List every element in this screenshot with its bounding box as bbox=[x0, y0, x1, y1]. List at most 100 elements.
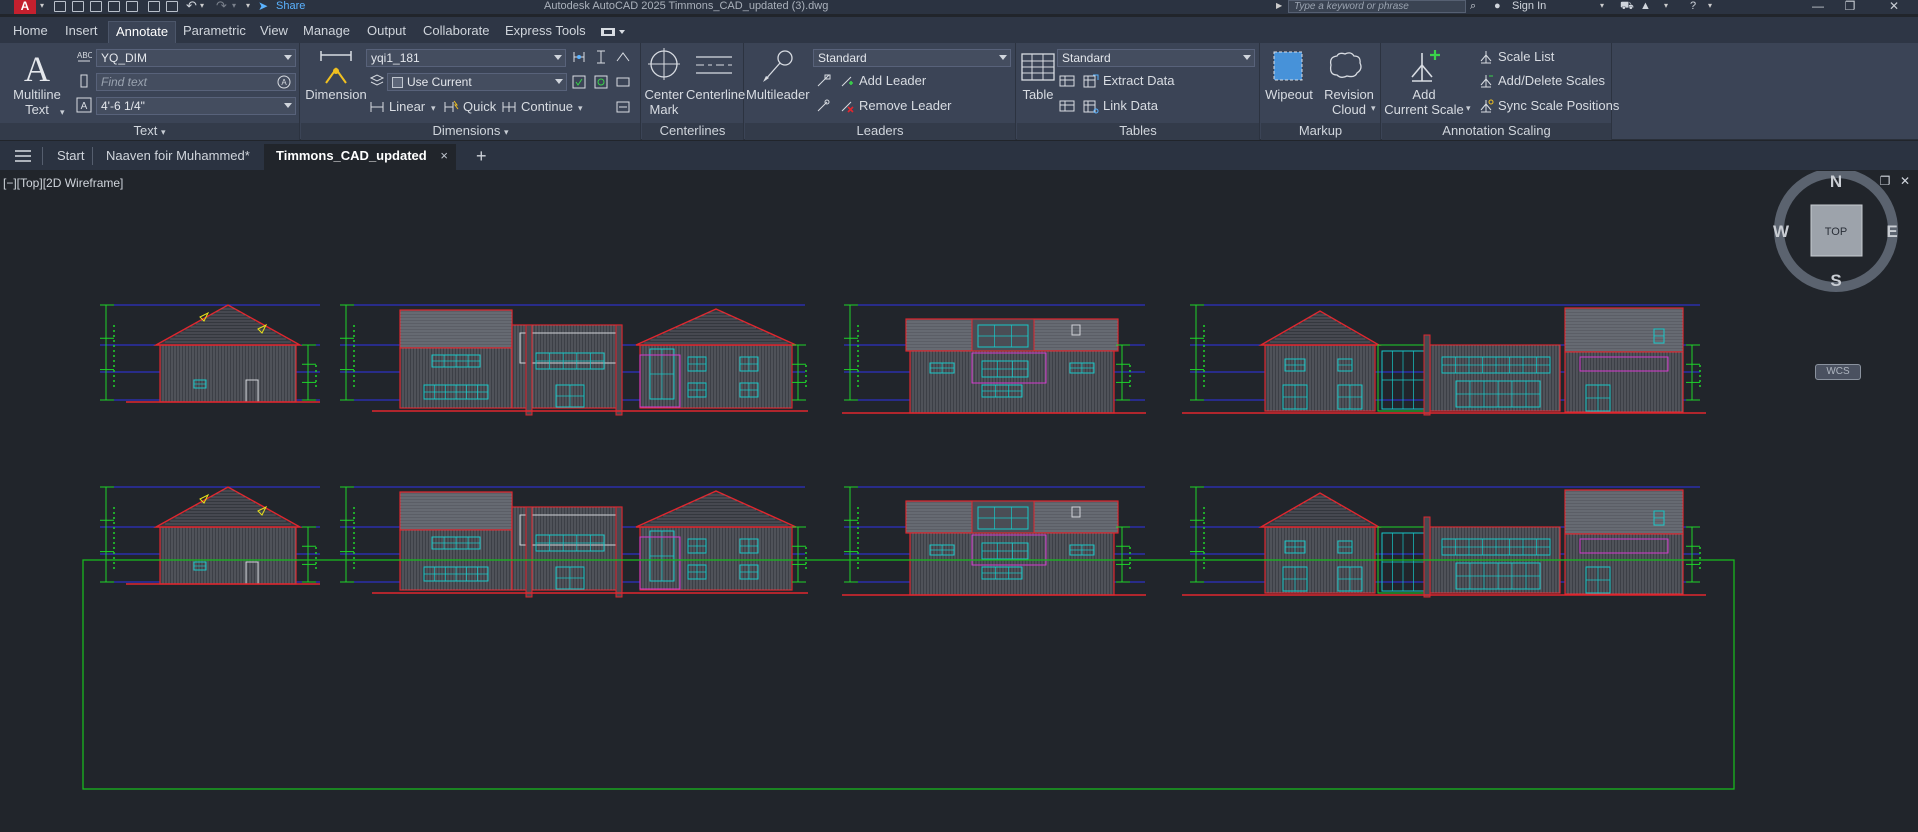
sign-in-button[interactable]: Sign In bbox=[1512, 0, 1546, 14]
compass-east[interactable]: E bbox=[1886, 222, 1897, 241]
autocad-logo-button[interactable]: A bbox=[14, 0, 36, 14]
table-button[interactable]: Table bbox=[1017, 88, 1059, 102]
search-expand-icon[interactable]: ▶ bbox=[1276, 0, 1282, 14]
link-data-button[interactable]: Link Data bbox=[1103, 99, 1158, 113]
find-text-input[interactable]: Find text bbox=[96, 73, 296, 91]
text-panel-title[interactable]: Text ▾ bbox=[0, 123, 299, 140]
find-replace-icon[interactable]: A bbox=[276, 74, 292, 90]
save-icon[interactable] bbox=[90, 1, 102, 12]
dim-tool-icon-2[interactable] bbox=[593, 49, 609, 65]
dimensions-panel-title[interactable]: Dimensions ▾ bbox=[301, 123, 640, 140]
autodesk-app-dropdown-icon[interactable]: ▾ bbox=[1664, 0, 1668, 14]
help-icon[interactable]: ? bbox=[1690, 0, 1696, 14]
hamburger-menu-icon[interactable] bbox=[14, 149, 32, 163]
search-icon[interactable]: ⌕ bbox=[1470, 0, 1476, 14]
multiline-text-button-line2[interactable]: Text bbox=[6, 103, 68, 117]
compass-west[interactable]: W bbox=[1773, 222, 1790, 241]
add-current-scale-button[interactable]: Add bbox=[1392, 88, 1456, 102]
table-tool-icon-2[interactable] bbox=[1059, 98, 1075, 114]
dim-tool-icon-4[interactable] bbox=[571, 74, 587, 90]
dim-tool-icon-6[interactable] bbox=[615, 74, 631, 90]
center-mark-button-line2[interactable]: Mark bbox=[642, 103, 686, 117]
add-current-scale-dropdown-icon[interactable]: ▾ bbox=[1466, 101, 1471, 115]
sync-scale-positions-button[interactable]: Sync Scale Positions bbox=[1498, 99, 1619, 113]
undo-dropdown-icon[interactable]: ▾ bbox=[200, 0, 204, 14]
close-window-icon[interactable]: ✕ bbox=[1884, 0, 1904, 13]
add-current-scale-button-line2[interactable]: Current Scale bbox=[1382, 103, 1466, 117]
leaders-panel-title[interactable]: Leaders bbox=[745, 123, 1015, 140]
add-delete-scales-button[interactable]: Add/Delete Scales bbox=[1498, 74, 1605, 88]
linear-dimension-button[interactable]: Linear bbox=[389, 100, 425, 114]
leader-style-icon[interactable] bbox=[815, 73, 831, 89]
quick-dimension-button[interactable]: Quick bbox=[463, 100, 496, 114]
tab-annotate[interactable]: Annotate bbox=[108, 21, 177, 43]
align-leader-icon[interactable] bbox=[815, 98, 831, 114]
compass-south[interactable]: S bbox=[1830, 271, 1841, 290]
save-as-icon[interactable] bbox=[108, 1, 120, 12]
help-dropdown-icon[interactable]: ▾ bbox=[1708, 0, 1712, 14]
autodesk-app-icon[interactable]: ▲ bbox=[1640, 0, 1651, 14]
new-tab-button[interactable]: + bbox=[464, 144, 499, 170]
tab-naaven-file[interactable]: Naaven foir Muhammed* bbox=[94, 144, 262, 170]
wipeout-button[interactable]: Wipeout bbox=[1261, 88, 1317, 102]
cart-icon[interactable]: ⛟ bbox=[1620, 0, 1634, 14]
tab-view[interactable]: View bbox=[253, 21, 295, 43]
extract-data-button[interactable]: Extract Data bbox=[1103, 74, 1175, 88]
dimension-style-select[interactable]: yqi1_181 bbox=[366, 49, 566, 67]
multileader-button[interactable]: Multileader bbox=[746, 88, 810, 102]
dim-tool-icon-3[interactable] bbox=[615, 49, 631, 65]
multiline-text-button[interactable]: Multiline bbox=[6, 88, 68, 102]
centerline-button[interactable]: Centerline bbox=[686, 88, 745, 102]
center-mark-button[interactable]: Center bbox=[642, 88, 686, 102]
linear-dropdown-icon[interactable]: ▾ bbox=[431, 101, 436, 115]
new-file-icon[interactable] bbox=[54, 1, 66, 12]
continue-dropdown-icon[interactable]: ▾ bbox=[578, 101, 583, 115]
dimension-button[interactable]: Dimension bbox=[304, 88, 368, 102]
dim-tool-icon-1[interactable] bbox=[571, 49, 587, 65]
tab-manage[interactable]: Manage bbox=[296, 21, 357, 43]
dimension-layer-select[interactable]: Use Current bbox=[387, 73, 567, 91]
drawing-viewport[interactable]: [−][Top][2D Wireframe] − ❐ ✕ TOP N S W E… bbox=[0, 171, 1918, 832]
tab-insert[interactable]: Insert bbox=[58, 21, 105, 43]
table-tool-icon-1[interactable] bbox=[1059, 73, 1075, 89]
multileader-style-select[interactable]: Standard bbox=[813, 49, 1011, 67]
ribbon-minimize-toggle-icon[interactable] bbox=[600, 25, 628, 39]
text-height-select[interactable]: 4'-6 1/4" bbox=[96, 97, 296, 115]
dim-tool-icon-7[interactable] bbox=[615, 99, 631, 115]
text-style-select[interactable]: YQ_DIM bbox=[96, 49, 296, 67]
multiline-text-dropdown-icon[interactable]: ▾ bbox=[60, 105, 65, 119]
tab-home[interactable]: Home bbox=[6, 21, 55, 43]
quick-access-customize-icon[interactable]: ▾ bbox=[246, 0, 250, 14]
tab-parametric[interactable]: Parametric bbox=[176, 21, 253, 43]
remove-leader-button[interactable]: Remove Leader bbox=[859, 99, 952, 113]
continue-dimension-button[interactable]: Continue bbox=[521, 100, 573, 114]
help-search-input[interactable]: Type a keyword or phrase bbox=[1288, 0, 1466, 13]
app-menu-chevron-icon[interactable]: ▾ bbox=[40, 0, 44, 14]
redo-dropdown-icon[interactable]: ▾ bbox=[232, 0, 236, 14]
sign-in-dropdown-icon[interactable]: ▾ bbox=[1600, 0, 1604, 14]
revision-cloud-button[interactable]: Revision bbox=[1317, 88, 1381, 102]
plot-icon[interactable] bbox=[166, 1, 178, 12]
close-tab-icon[interactable]: × bbox=[440, 144, 448, 168]
share-button[interactable]: Share bbox=[276, 0, 305, 14]
cad-drawing-canvas[interactable]: TOP N S W E bbox=[0, 171, 1918, 832]
user-icon[interactable]: ● bbox=[1494, 0, 1501, 14]
undo-icon[interactable]: ↶ bbox=[186, 0, 197, 14]
scale-list-button[interactable]: Scale List bbox=[1498, 50, 1554, 64]
viewcube[interactable]: TOP N S W E bbox=[1773, 171, 1898, 292]
restore-window-icon[interactable]: ❐ bbox=[1840, 0, 1860, 13]
minimize-window-icon[interactable]: — bbox=[1808, 0, 1828, 13]
compass-north[interactable]: N bbox=[1830, 172, 1842, 191]
tab-start[interactable]: Start bbox=[45, 144, 96, 170]
wcs-menu-button[interactable]: WCS bbox=[1815, 364, 1861, 380]
revision-cloud-dropdown-icon[interactable]: ▾ bbox=[1371, 101, 1376, 115]
tab-collaborate[interactable]: Collaborate bbox=[416, 21, 497, 43]
table-style-select[interactable]: Standard bbox=[1057, 49, 1255, 67]
tab-output[interactable]: Output bbox=[360, 21, 413, 43]
open-file-icon[interactable] bbox=[72, 1, 84, 12]
open-web-icon[interactable] bbox=[126, 1, 138, 12]
tab-timmons-file[interactable]: Timmons_CAD_updated (3)*× bbox=[264, 144, 456, 187]
add-leader-button[interactable]: Add Leader bbox=[859, 74, 926, 88]
save-web-icon[interactable] bbox=[148, 1, 160, 12]
redo-icon[interactable]: ↷ bbox=[216, 0, 227, 14]
